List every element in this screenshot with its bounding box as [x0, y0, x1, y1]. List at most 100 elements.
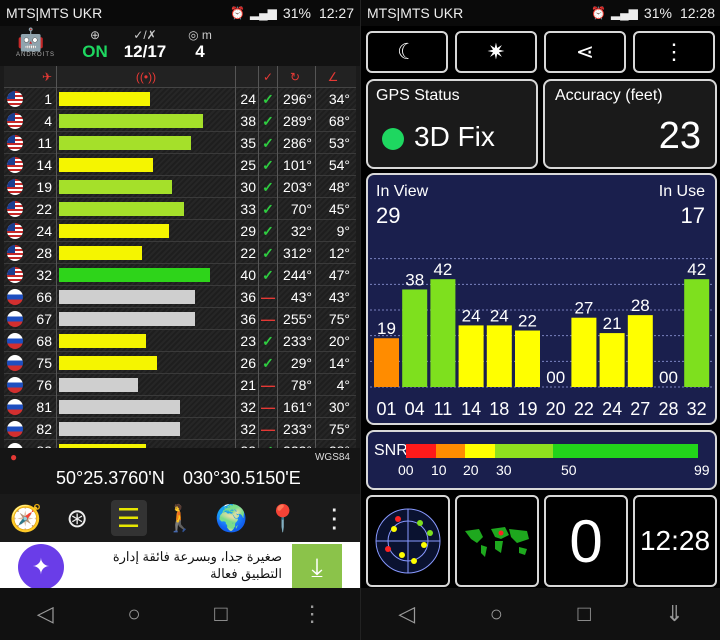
share-button[interactable]: ⋖	[544, 31, 626, 73]
clock-tile[interactable]: 12:28	[633, 495, 717, 587]
satellite-row: 67 36—255° 75°	[4, 307, 356, 330]
location-pin-icon[interactable]: 📍	[265, 500, 301, 536]
prn-tick-label: 28	[658, 399, 678, 419]
satellite-row: 32 40 ✓ 244° 47°	[4, 263, 356, 286]
snr-bar	[59, 289, 195, 304]
bar-value-label: 22	[518, 312, 537, 331]
satellite-row: 22 33 ✓ 70° 45°	[4, 197, 356, 220]
usa-flag-icon	[7, 266, 23, 283]
prn: 76	[36, 376, 52, 393]
elevation: 75°	[328, 420, 350, 437]
snr-value: 23	[240, 332, 256, 349]
elevation: 47°	[328, 266, 350, 283]
elevation: 12°	[328, 244, 350, 261]
radar-icon[interactable]: ⊛	[59, 500, 95, 536]
snr-bar	[59, 311, 195, 326]
used-check-icon: ✓	[258, 263, 278, 286]
snr-value: 22	[240, 244, 256, 261]
sky-plot-icon	[375, 508, 441, 574]
more-menu-icon[interactable]: ⋮	[316, 500, 352, 536]
snr-value: 36	[240, 310, 256, 327]
satellite-row: 82 32—233° 75°	[4, 417, 356, 440]
prn: 22	[36, 200, 52, 217]
satellite-row: 11 35 ✓ 286° 53°	[4, 131, 356, 154]
used-check-icon: ✓	[258, 197, 278, 220]
snr-bar	[59, 91, 150, 106]
snr-bar	[59, 421, 180, 436]
prn-tick-label: 01	[376, 399, 396, 419]
satellite-row: 81 32—161° 30°	[4, 395, 356, 418]
prn: 1	[44, 90, 52, 107]
accuracy-card: Accuracy (feet) 23	[543, 79, 717, 169]
snr-bar	[59, 179, 172, 194]
night-mode-button[interactable]: ☾	[366, 31, 448, 73]
ad-banner[interactable]: ✦ صغيرة جدا، وبسرعة فائقة إدارة التطبيق …	[0, 542, 360, 592]
prn-tick-label: 19	[517, 399, 537, 419]
russia-flag-icon	[7, 310, 23, 327]
unused-dash-icon: —	[258, 307, 278, 330]
back-icon[interactable]: ◁	[398, 601, 415, 627]
azimuth: 29°	[278, 351, 316, 374]
compass-icon[interactable]: 🧭	[8, 500, 44, 536]
snr-bar	[59, 223, 169, 238]
prn-tick-label: 22	[574, 399, 594, 419]
satellite-row: 76 21—78° 4°	[4, 373, 356, 396]
world-map-icon	[461, 521, 533, 561]
snr-bar	[59, 355, 157, 370]
satellite-row: 66 36—43° 43°	[4, 285, 356, 308]
recents-icon[interactable]: □	[577, 601, 590, 627]
snr-value: 36	[240, 288, 256, 305]
unused-dash-icon: —	[258, 285, 278, 308]
home-icon[interactable]: ○	[127, 601, 140, 627]
zero-display-tile[interactable]: 0	[544, 495, 628, 587]
sky-view-tile[interactable]	[366, 495, 450, 587]
usa-flag-icon	[7, 222, 23, 239]
snr-legend-tick: 10	[431, 462, 447, 478]
carrier-label: MTS|MTS UKR	[6, 5, 103, 21]
signal-bars-icon[interactable]: ☰	[110, 500, 147, 536]
compass-button[interactable]: ✷	[455, 31, 537, 73]
snr-bar	[59, 333, 146, 348]
snr-bar-19	[515, 330, 540, 387]
snr-bar-14	[458, 325, 484, 387]
snr-value: 21	[240, 376, 256, 393]
prn-tick-label: 11	[434, 399, 453, 419]
prn: 75	[36, 354, 52, 371]
russia-flag-icon	[7, 332, 23, 349]
satellite-row: 24 29 ✓ 32° 9°	[4, 219, 356, 242]
bar-value-label: 24	[462, 306, 481, 325]
right-screen: MTS|MTS UKR ⏰ ▂▄▆ 31% 12:28 ☾ ✷ ⋖ ⋮ GPS …	[360, 0, 720, 640]
bar-value-label: 00	[659, 368, 678, 387]
elevation: 34°	[328, 90, 350, 107]
snr-bar-18	[486, 325, 512, 387]
latitude: 50°25.3760'N	[56, 468, 165, 488]
usa-flag-icon	[7, 200, 23, 217]
satellite-row: 75 26 ✓ 29° 14°	[4, 351, 356, 374]
menu-icon[interactable]: ⋮	[301, 601, 323, 627]
download-icon[interactable]: ⤓	[292, 544, 342, 590]
elevation: 48°	[328, 178, 350, 195]
overflow-button[interactable]: ⋮	[633, 31, 715, 73]
gps-status-card: GPS Status 3D Fix	[366, 79, 538, 169]
prn: 68	[36, 332, 52, 349]
bar-value-label: 21	[603, 314, 622, 333]
usa-flag-icon	[7, 244, 23, 261]
fix-count: ✓/✗ 12/17	[115, 28, 175, 62]
notifications-pull-icon[interactable]: ⇓	[665, 601, 683, 627]
snr-legend-tick: 30	[496, 462, 512, 478]
world-icon[interactable]: 🌍	[213, 500, 249, 536]
back-icon[interactable]: ◁	[37, 601, 54, 627]
world-map-tile[interactable]	[455, 495, 539, 587]
walking-icon[interactable]: 🚶	[162, 500, 198, 536]
bar-value-label: 00	[546, 368, 565, 387]
prn-tick-label: 18	[489, 399, 509, 419]
bar-value-label: 42	[687, 260, 706, 279]
more-icon: ⋮	[663, 39, 685, 64]
snr-bar	[59, 245, 142, 260]
status-bar: MTS|MTS UKR ⏰ ▂▄▆ 31% 12:27	[0, 0, 360, 26]
share-icon: ⋖	[575, 39, 595, 64]
elevation: 75°	[328, 310, 350, 327]
recents-icon[interactable]: □	[214, 601, 227, 627]
used-check-icon: ✓	[258, 87, 278, 110]
home-icon[interactable]: ○	[490, 601, 503, 627]
